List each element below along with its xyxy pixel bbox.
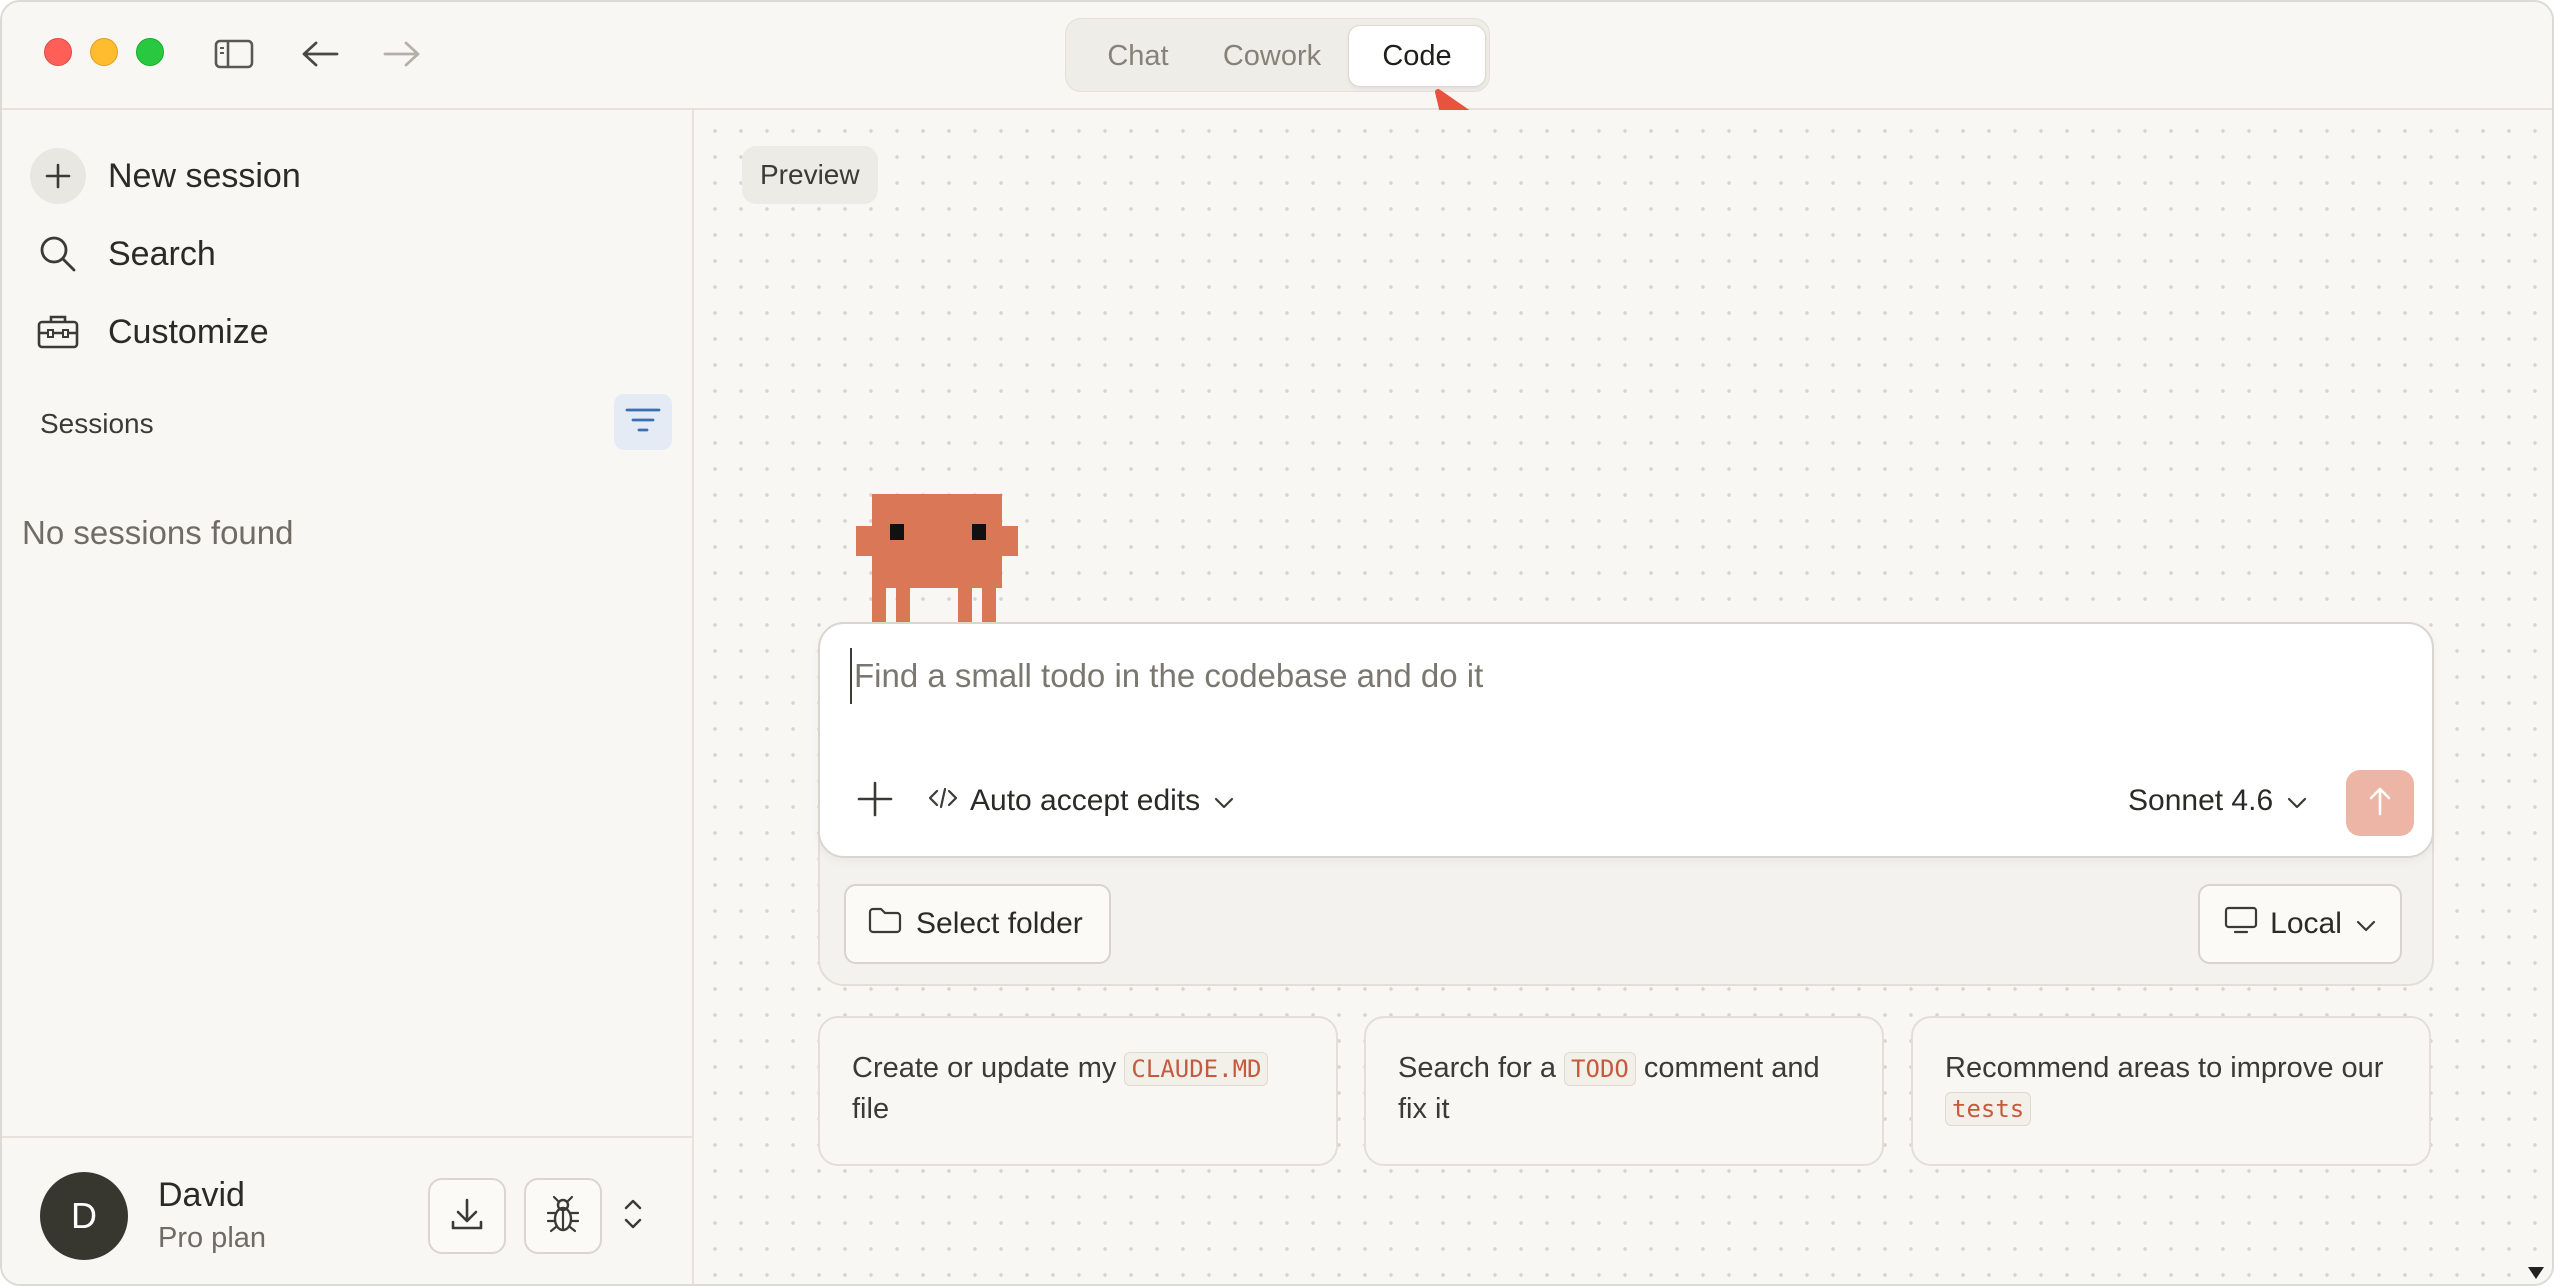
zoom-window-button[interactable] [136, 38, 164, 66]
monitor-icon [2224, 906, 2258, 942]
code-chip: TODO [1564, 1052, 1636, 1086]
toolbox-icon [30, 304, 86, 360]
code-chip: tests [1945, 1092, 2032, 1126]
edit-mode-dropdown[interactable]: Auto accept edits [928, 776, 1234, 826]
suggestion-card-tests[interactable]: Recommend areas to improve our tests [1911, 1016, 2431, 1166]
search-icon [30, 226, 86, 282]
plus-icon [30, 148, 86, 204]
app-window: Chat Cowork Code New session Search Cust… [0, 0, 2554, 1286]
plus-icon [857, 781, 893, 822]
sidebar-item-search[interactable]: Search [30, 224, 216, 284]
arrow-up-icon [2368, 786, 2392, 821]
suggestion-text: Create or update my [852, 1052, 1117, 1084]
sidebar: New session Search Customize Sessions No… [2, 110, 694, 1284]
sidebar-item-label: Search [108, 234, 216, 273]
sidebar-item-new-session[interactable]: New session [30, 146, 301, 206]
user-name: David [158, 1176, 245, 1214]
empty-sessions-text: No sessions found [22, 514, 294, 551]
download-icon [449, 1196, 485, 1237]
close-window-button[interactable] [44, 38, 72, 66]
code-chip: CLAUDE.MD [1124, 1052, 1269, 1086]
model-dropdown[interactable]: Sonnet 4.6 [2128, 776, 2307, 826]
prompt-input[interactable] [850, 648, 2350, 704]
resize-corner-icon[interactable] [2524, 1261, 2546, 1284]
suggestion-text: Search for a [1398, 1052, 1556, 1084]
title-bar: Chat Cowork Code [2, 2, 2552, 110]
sidebar-item-label: Customize [108, 312, 269, 351]
user-plan: Pro plan [158, 1222, 267, 1254]
composer-container: Auto accept edits Sonnet 4.6 [818, 622, 2434, 986]
suggestion-card-todo[interactable]: Search for a TODO comment and fix it [1364, 1016, 1884, 1166]
filter-icon [625, 407, 661, 438]
environment-dropdown[interactable]: Local [2198, 884, 2402, 964]
code-brackets-icon [928, 784, 958, 818]
attach-button[interactable] [848, 774, 902, 828]
edit-mode-label: Auto accept edits [970, 784, 1201, 817]
suggestion-text: Recommend areas to improve our [1945, 1052, 2384, 1084]
sessions-heading: Sessions [40, 408, 154, 439]
folder-icon [868, 906, 902, 942]
sidebar-toggle-icon[interactable] [212, 32, 256, 76]
preview-badge: Preview [742, 146, 878, 204]
sidebar-item-customize[interactable]: Customize [30, 302, 269, 362]
mode-switcher: Chat Cowork Code [1065, 18, 1490, 92]
account-menu-chevron-icon[interactable] [622, 1194, 644, 1239]
sidebar-item-label: New session [108, 156, 301, 195]
chevron-down-icon [1214, 784, 1234, 818]
minimize-window-button[interactable] [90, 38, 118, 66]
avatar[interactable]: D [40, 1172, 128, 1260]
suggestion-text: file [852, 1093, 890, 1125]
claude-mascot-icon [856, 494, 1018, 624]
environment-label: Local [2270, 907, 2342, 940]
filter-sessions-button[interactable] [614, 394, 672, 450]
tab-cowork[interactable]: Cowork [1204, 25, 1340, 87]
chevron-down-icon [2356, 907, 2376, 941]
chevron-down-icon [2287, 784, 2307, 818]
tab-chat[interactable]: Chat [1072, 25, 1204, 87]
send-button[interactable] [2346, 770, 2414, 836]
model-label: Sonnet 4.6 [2128, 784, 2274, 817]
tab-code[interactable]: Code [1348, 25, 1486, 87]
select-folder-label: Select folder [916, 907, 1083, 940]
back-arrow-icon[interactable] [298, 32, 342, 76]
forward-arrow-icon[interactable] [380, 32, 424, 76]
bug-icon [545, 1195, 581, 1238]
main-area: Preview Find a small todo in the codebas… [694, 110, 2552, 1284]
suggestion-card-claude-md[interactable]: Create or update my CLAUDE.MD file [818, 1016, 1338, 1166]
select-folder-button[interactable]: Select folder [844, 884, 1111, 964]
prompt-composer: Auto accept edits Sonnet 4.6 [818, 622, 2434, 858]
download-button[interactable] [428, 1178, 506, 1254]
user-panel: D David Pro plan [2, 1136, 692, 1284]
bug-report-button[interactable] [524, 1178, 602, 1254]
